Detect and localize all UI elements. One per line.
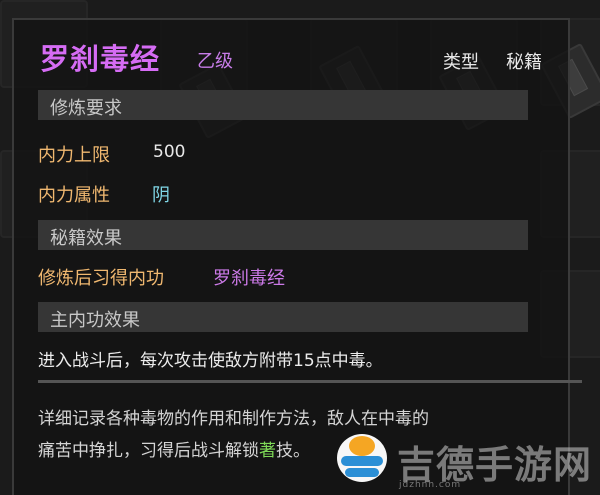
learn-skill-value: 罗刹毒经 [213, 268, 285, 289]
section-header-effect: 秘籍效果 [38, 220, 528, 250]
section-header-main-effect: 主内功效果 [38, 302, 528, 332]
flavor-text-line: 详细记录各种毒物的作用和制作方法，敌人在中毒的 [38, 409, 429, 429]
requirement-value: 阴 [152, 185, 170, 206]
item-type-value: 秘籍 [506, 52, 542, 73]
flavor-text-segment: 技。 [276, 441, 310, 461]
main-effect-description: 进入战斗后，每次攻击使敌方附带15点中毒。 [38, 351, 383, 371]
requirement-label: 内力属性 [38, 185, 110, 206]
divider [38, 380, 582, 383]
flavor-highlight: 著 [259, 441, 276, 461]
watermark-url: jdzhnh.com [399, 480, 462, 490]
item-name: 罗刹毒经 [40, 42, 161, 76]
learn-skill-label: 修炼后习得内功 [38, 268, 164, 289]
section-header-label: 修炼要求 [50, 98, 122, 119]
item-type-label: 类型 [443, 52, 479, 73]
section-header-requirement: 修炼要求 [38, 90, 528, 120]
requirement-value: 500 [153, 142, 186, 162]
section-header-label: 秘籍效果 [50, 228, 122, 249]
requirement-label: 内力上限 [38, 145, 110, 166]
section-header-label: 主内功效果 [50, 310, 140, 331]
flavor-text-line: 痛苦中挣扎，习得后战斗解锁著技。 [38, 436, 310, 461]
flavor-text-segment: 痛苦中挣扎，习得后战斗解锁 [38, 441, 259, 461]
item-grade: 乙级 [197, 51, 233, 72]
watermark-logo-icon [337, 434, 387, 482]
site-watermark: 吉德手游网 jdzhnh.com [337, 430, 597, 493]
